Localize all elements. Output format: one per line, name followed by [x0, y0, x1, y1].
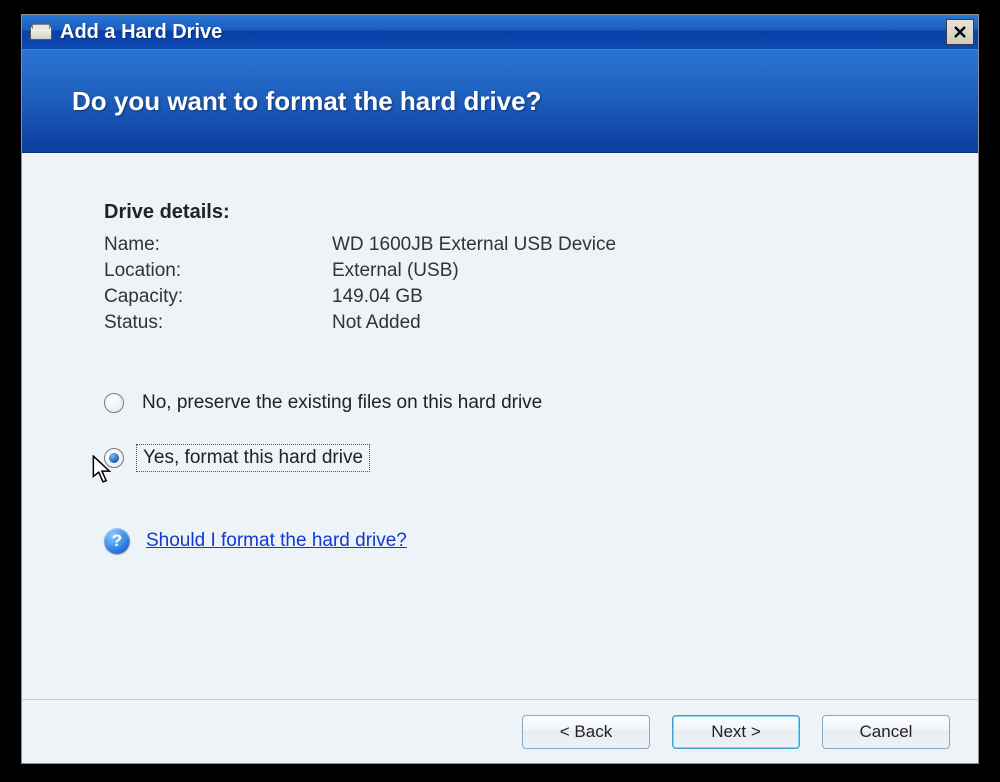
details-title: Drive details:: [104, 201, 918, 224]
radio-label-no: No, preserve the existing files on this …: [136, 390, 548, 416]
title-bar: Add a Hard Drive: [22, 15, 978, 49]
header-banner: Do you want to format the hard drive?: [22, 49, 978, 153]
radio-label-yes: Yes, format this hard drive: [136, 444, 370, 472]
close-button[interactable]: [946, 19, 974, 45]
details-grid: Name: WD 1600JB External USB Device Loca…: [104, 234, 918, 334]
detail-label-name: Name:: [104, 234, 332, 256]
detail-value-capacity: 149.04 GB: [332, 286, 918, 308]
detail-value-status: Not Added: [332, 312, 918, 334]
detail-value-location: External (USB): [332, 260, 918, 282]
next-button[interactable]: Next >: [672, 715, 800, 749]
help-link[interactable]: Should I format the hard drive?: [146, 530, 407, 552]
detail-label-status: Status:: [104, 312, 332, 334]
radio-icon: [104, 393, 124, 413]
radio-option-no[interactable]: No, preserve the existing files on this …: [104, 390, 918, 416]
button-bar: < Back Next > Cancel: [22, 699, 978, 763]
detail-value-name: WD 1600JB External USB Device: [332, 234, 918, 256]
close-icon: [953, 25, 967, 39]
detail-label-capacity: Capacity:: [104, 286, 332, 308]
window-title: Add a Hard Drive: [60, 21, 946, 44]
back-button[interactable]: < Back: [522, 715, 650, 749]
detail-label-location: Location:: [104, 260, 332, 282]
help-row: ? Should I format the hard drive?: [104, 528, 918, 554]
dialog-window: Add a Hard Drive Do you want to format t…: [21, 14, 979, 764]
content-area: Drive details: Name: WD 1600JB External …: [22, 153, 978, 699]
radio-icon: [104, 448, 124, 468]
help-icon: ?: [104, 528, 130, 554]
page-heading: Do you want to format the hard drive?: [72, 86, 541, 117]
radio-option-yes[interactable]: Yes, format this hard drive: [104, 444, 918, 472]
drive-icon: [30, 24, 52, 40]
cancel-button[interactable]: Cancel: [822, 715, 950, 749]
